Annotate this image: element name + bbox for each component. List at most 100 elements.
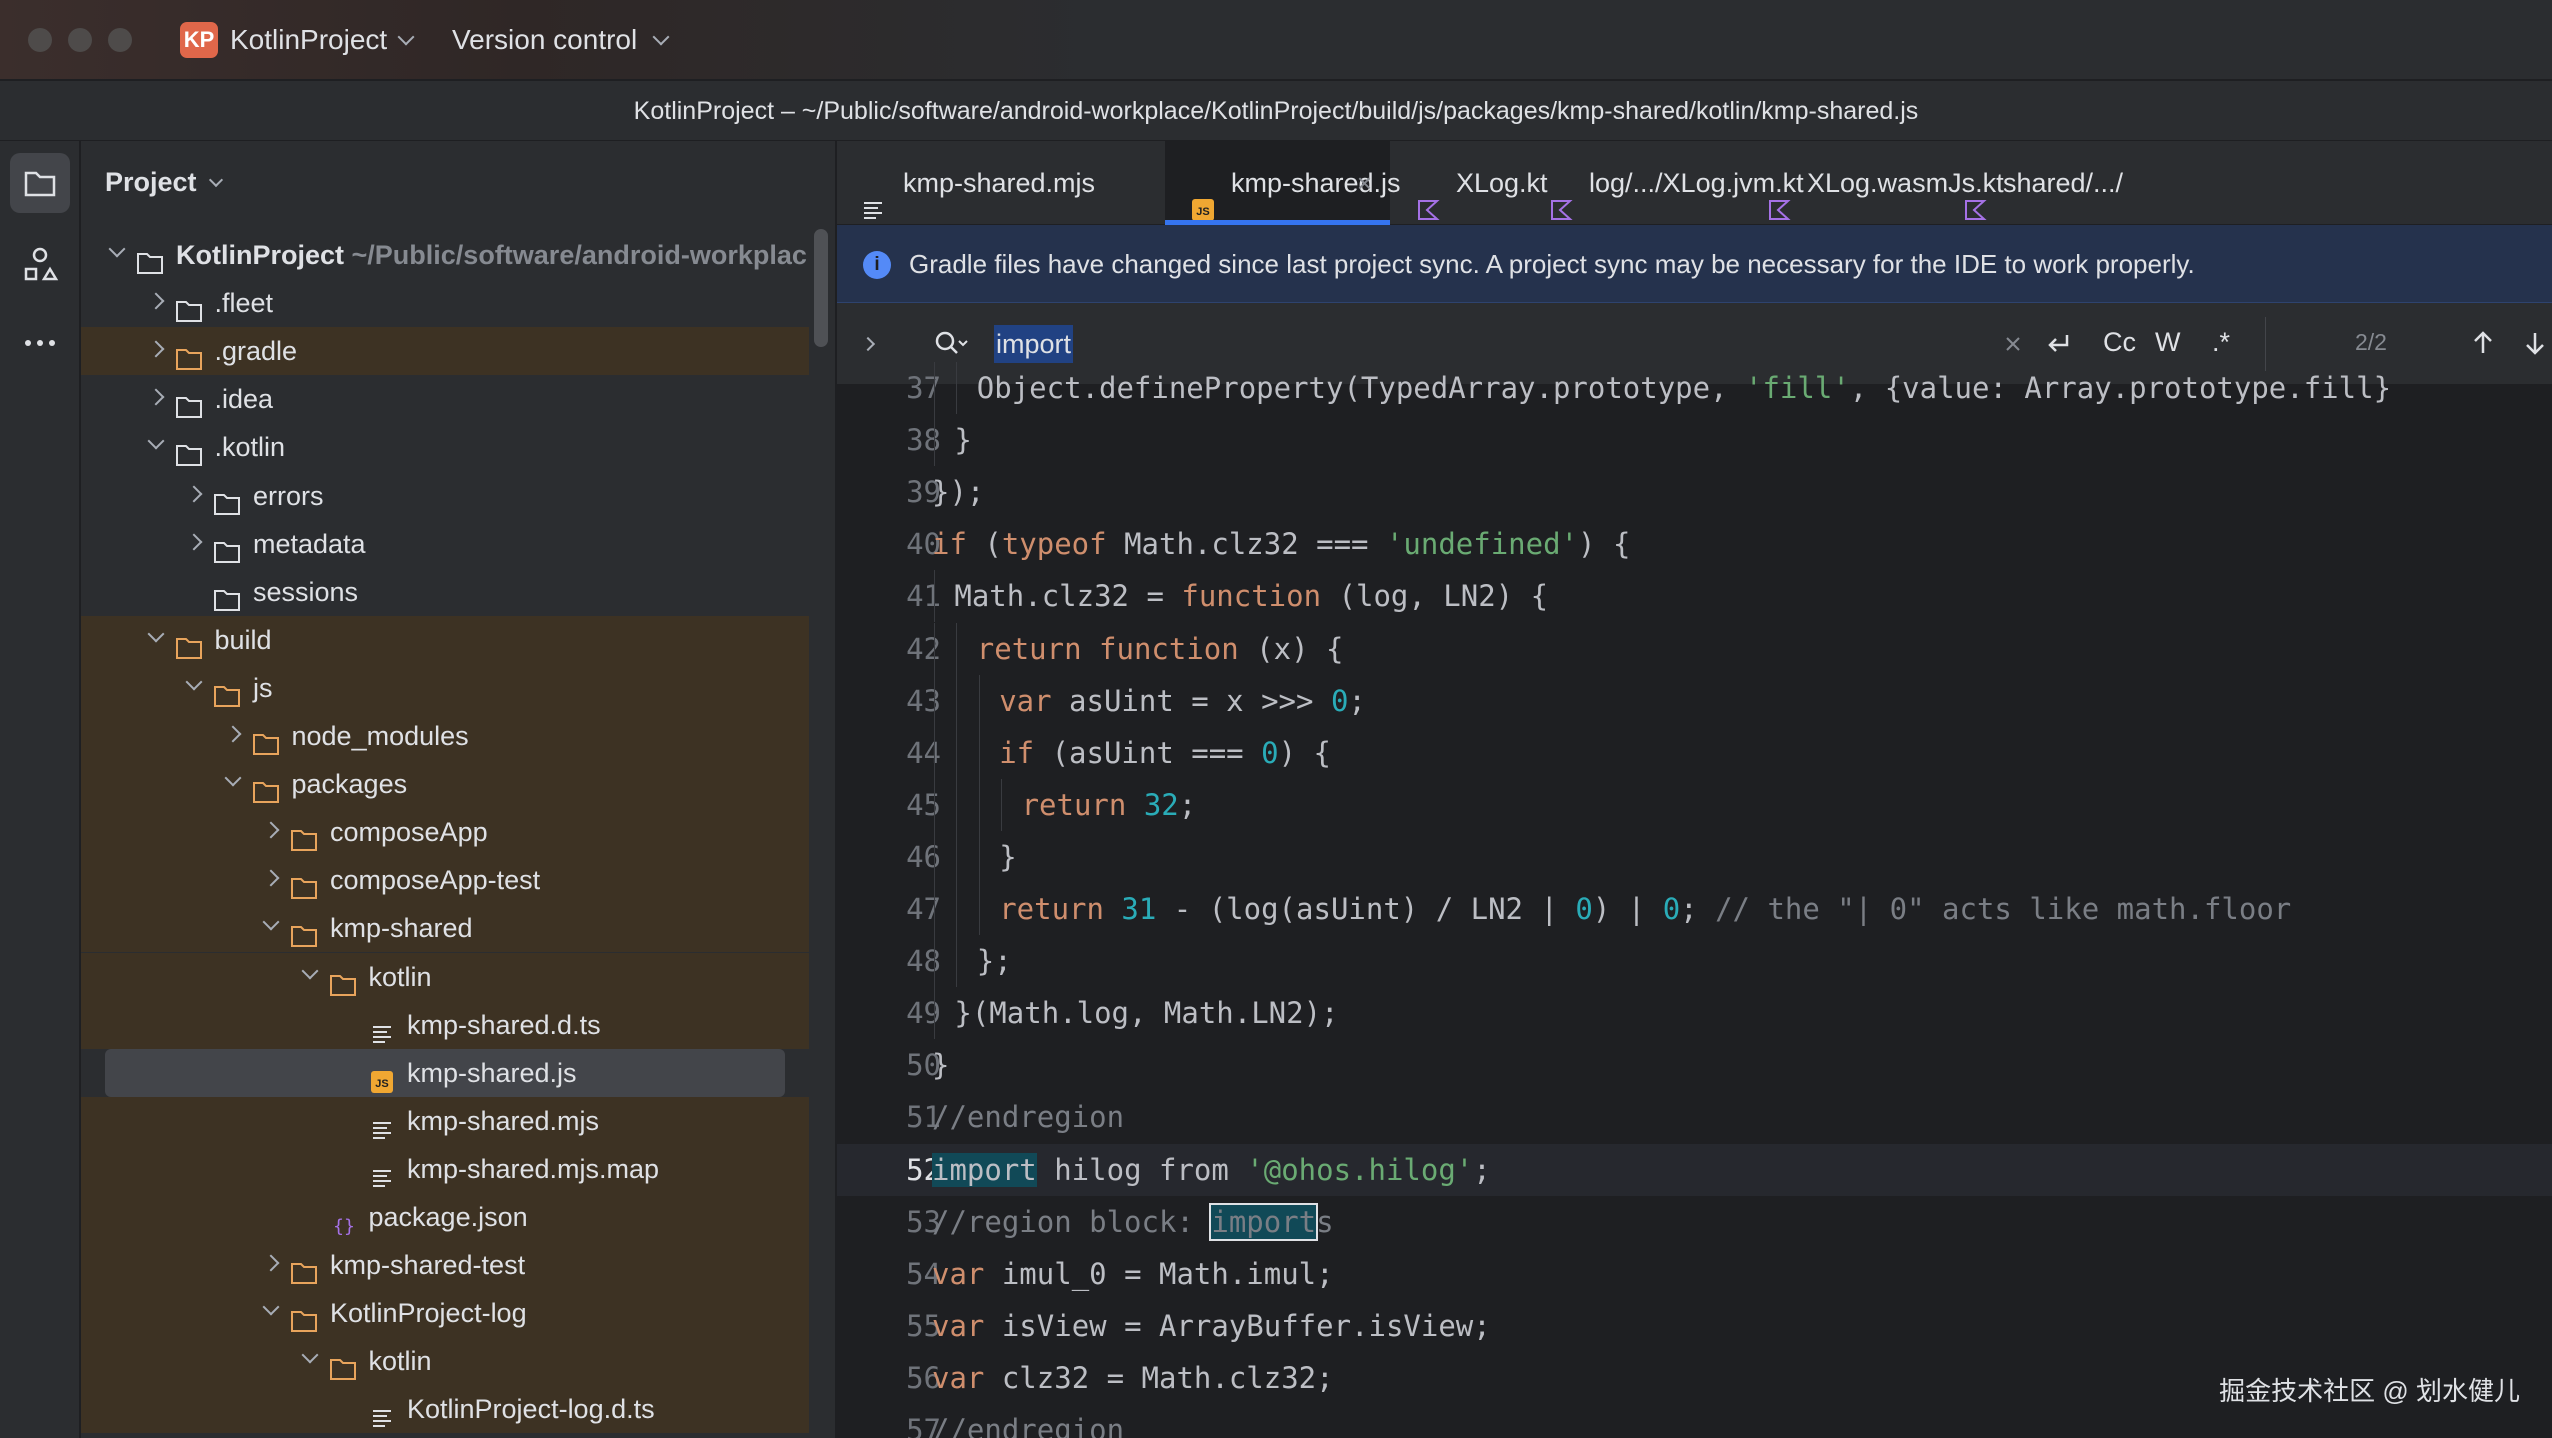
- code-editor[interactable]: 37 Object.defineProperty(TypedArray.proto…: [837, 362, 2552, 1438]
- tree-item[interactable]: KotlinProject ~/Public/software/android-…: [81, 231, 809, 279]
- arrow-up-icon[interactable]: [2469, 327, 2497, 359]
- project-tool-button[interactable]: [10, 153, 70, 213]
- clear-search-icon[interactable]: [2002, 333, 2024, 355]
- tree-item[interactable]: kmp-shared: [81, 904, 809, 953]
- tree-item[interactable]: build: [81, 615, 809, 664]
- code-line[interactable]: 40 if (typeof Math.clz32 === 'undefined')…: [837, 518, 2552, 570]
- regex-toggle[interactable]: .*: [2212, 327, 2230, 358]
- editor-tab[interactable]: XLog.kt: [1390, 141, 1548, 225]
- code-line[interactable]: 37 Object.defineProperty(TypedArray.proto…: [837, 362, 2552, 414]
- vcs-menu[interactable]: Version control: [452, 24, 637, 56]
- minimize-window-button[interactable]: [68, 28, 92, 52]
- chevron-right-icon[interactable]: [147, 340, 164, 358]
- find-input[interactable]: import: [994, 325, 1074, 363]
- tree-item[interactable]: .gradle: [81, 327, 809, 376]
- maximize-window-button[interactable]: [108, 28, 132, 52]
- chevron-right-icon[interactable]: [224, 725, 241, 743]
- code-line[interactable]: 51//endregion: [837, 1091, 2552, 1143]
- tree-item[interactable]: kmp-shared-test: [81, 1241, 809, 1290]
- chevron-right-icon[interactable]: [147, 388, 164, 406]
- code-line[interactable]: 52 import hilog from '@ohos.hilog';: [837, 1143, 2552, 1196]
- chevron-right-icon[interactable]: [185, 485, 203, 502]
- code-line[interactable]: 47 return 31 - (log(asUint) / LN2 | 0) | …: [837, 883, 2552, 935]
- code-line[interactable]: 43 var asUint = x >>> 0;: [837, 675, 2552, 727]
- tree-item[interactable]: sessions: [81, 568, 809, 616]
- chevron-down-icon[interactable]: [224, 769, 241, 787]
- more-tools-button[interactable]: [10, 313, 70, 373]
- tree-item[interactable]: KotlinProject-log.d.ts: [81, 1385, 809, 1434]
- code-text: var imul_0 = Math.imul;: [932, 1256, 1334, 1291]
- code-line[interactable]: 55 var isView = ArrayBuffer.isView;: [837, 1300, 2552, 1352]
- tree-item[interactable]: kmp-shared.mjs: [81, 1096, 809, 1145]
- tree-item[interactable]: packages: [81, 760, 809, 809]
- close-tab-icon[interactable]: ×: [1357, 141, 1372, 225]
- chevron-right-icon[interactable]: [262, 821, 280, 839]
- indent-guide: [956, 883, 958, 936]
- code-line[interactable]: 57//endregion: [837, 1404, 2552, 1438]
- folder-icon: [213, 483, 241, 515]
- code-line[interactable]: 38}: [837, 414, 2552, 466]
- tree-item[interactable]: js: [81, 663, 809, 712]
- editor-tab[interactable]: JS kmp-shared.js ×: [1165, 141, 1401, 225]
- chevron-down-icon[interactable]: [147, 432, 164, 450]
- code-line[interactable]: 46}: [837, 831, 2552, 883]
- tree-item[interactable]: kotlin: [81, 952, 809, 1001]
- close-window-button[interactable]: [28, 28, 52, 52]
- chevron-right-icon[interactable]: [185, 533, 203, 551]
- chevron-down-icon[interactable]: [185, 673, 203, 691]
- editor-tab[interactable]: XLog.wasmJs.kt: [1741, 141, 2004, 225]
- chevron-down-icon[interactable]: [262, 1298, 280, 1316]
- tree-item[interactable]: composeApp-test: [81, 856, 809, 905]
- tree-item[interactable]: .idea: [81, 375, 809, 423]
- structure-tool-button[interactable]: [10, 235, 70, 295]
- tree-item[interactable]: node_modules: [81, 712, 809, 760]
- chevron-right-icon[interactable]: [262, 869, 280, 887]
- code-line[interactable]: 48};: [837, 935, 2552, 987]
- code-line[interactable]: 50}: [837, 1039, 2552, 1091]
- tree-scrollbar[interactable]: [814, 229, 828, 347]
- tree-item[interactable]: {} package.json: [81, 1193, 809, 1241]
- tree-item[interactable]: errors: [81, 472, 809, 520]
- chevron-down-icon[interactable]: [147, 625, 164, 643]
- chevron-down-icon[interactable]: [301, 1346, 318, 1364]
- tree-item[interactable]: composeApp: [81, 808, 809, 857]
- search-icon[interactable]: [932, 327, 968, 361]
- tree-item[interactable]: kmp-shared.d.ts: [81, 1000, 809, 1049]
- code-line[interactable]: 53//region block: imports: [837, 1196, 2552, 1248]
- whole-words-toggle[interactable]: W: [2155, 327, 2180, 358]
- code-line[interactable]: 49}(Math.log, Math.LN2);: [837, 987, 2552, 1039]
- code-line[interactable]: 42 return function (x) {: [837, 623, 2552, 675]
- project-panel-title[interactable]: Project: [105, 167, 224, 198]
- arrow-down-icon[interactable]: [2521, 327, 2549, 359]
- chevron-right-icon[interactable]: [147, 292, 164, 310]
- tree-item[interactable]: KotlinProject-log: [81, 1289, 809, 1338]
- tree-item-label: sessions: [253, 576, 359, 607]
- indent-guide: [978, 674, 980, 727]
- editor-tab[interactable]: shared/.../: [1937, 141, 2187, 225]
- code-line[interactable]: 39});: [837, 466, 2552, 518]
- match-case-toggle[interactable]: Cc: [2103, 327, 2136, 358]
- editor-tab[interactable]: log/.../XLog.jvm.kt: [1523, 141, 1804, 225]
- expand-replace-chevron-icon[interactable]: [860, 336, 876, 352]
- chevron-down-icon[interactable]: [301, 962, 318, 979]
- tree-item[interactable]: .fleet: [81, 279, 809, 327]
- chevron-down-icon[interactable]: [397, 28, 415, 46]
- new-line-icon[interactable]: [2043, 329, 2075, 359]
- project-switcher[interactable]: KotlinProject: [230, 24, 387, 56]
- chevron-down-icon[interactable]: [108, 240, 126, 258]
- code-line[interactable]: 41 Math.clz32 = function (log, LN2) {: [837, 570, 2552, 622]
- project-badge[interactable]: KP: [180, 22, 218, 58]
- editor-tab[interactable]: kmp-shared.mjs: [837, 141, 1165, 225]
- code-line[interactable]: 54 var imul_0 = Math.imul;: [837, 1248, 2552, 1300]
- chevron-down-icon[interactable]: [208, 172, 224, 188]
- tree-item[interactable]: JS kmp-shared.js: [105, 1048, 785, 1097]
- chevron-right-icon[interactable]: [262, 1254, 280, 1272]
- chevron-down-icon[interactable]: [262, 913, 280, 931]
- tree-item[interactable]: kmp-shared.mjs.map: [81, 1144, 809, 1193]
- chevron-down-icon[interactable]: [652, 28, 670, 46]
- tree-item[interactable]: metadata: [81, 520, 809, 568]
- tree-item[interactable]: kotlin: [81, 1337, 809, 1386]
- tree-item[interactable]: .kotlin: [81, 423, 809, 471]
- code-line[interactable]: 45 return 32;: [837, 779, 2552, 831]
- code-line[interactable]: 44 if (asUint === 0) {: [837, 727, 2552, 779]
